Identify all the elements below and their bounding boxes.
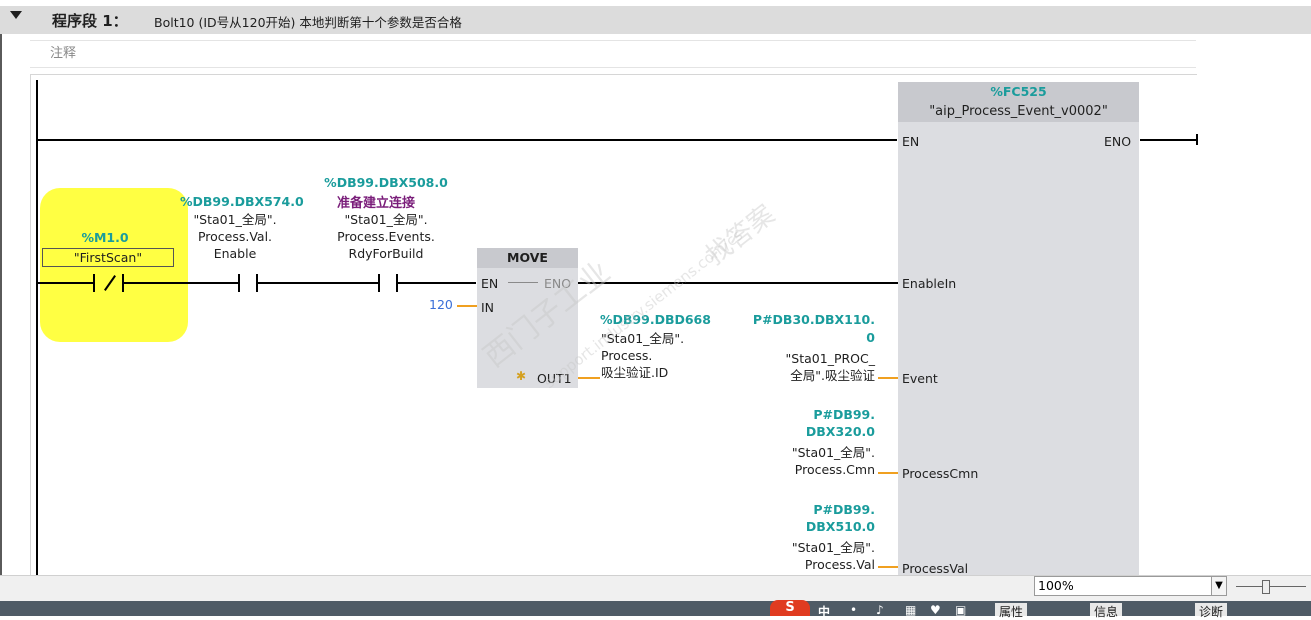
rdy-comment: 准备建立连接 xyxy=(337,196,416,211)
event-line2: 全局".吸尘验证 xyxy=(790,368,875,383)
properties-tab[interactable]: 属性 xyxy=(995,603,1028,619)
nc-contact-left[interactable] xyxy=(93,274,95,292)
en-wire xyxy=(37,139,897,141)
rung-wire-2 xyxy=(124,282,238,284)
event-address1[interactable]: P#DB30.DBX110. xyxy=(740,312,875,327)
no-contact-rdy-left[interactable] xyxy=(378,274,380,292)
cmn-wire xyxy=(878,472,898,474)
no-contact-enable-right[interactable] xyxy=(256,274,258,292)
move-out-line2: Process. xyxy=(601,348,653,363)
rdy-line1: "Sta01_全局". xyxy=(344,212,428,227)
move-in-value[interactable]: 120 xyxy=(429,297,453,312)
fc-enablein-pin[interactable]: EnableIn xyxy=(902,276,956,291)
no-contact-rdy-right[interactable] xyxy=(396,274,398,292)
zoom-select[interactable]: 100% xyxy=(1034,576,1214,596)
properties-label: 属性 xyxy=(999,605,1024,619)
network-description[interactable]: Bolt10 (ID号从120开始) 本地判断第十个参数是否合格 xyxy=(154,12,462,31)
rdy-line2: Process.Events. xyxy=(337,229,435,244)
move-out-wire xyxy=(578,377,600,379)
rung-wire-3 xyxy=(258,282,378,284)
move-in-pin[interactable]: IN xyxy=(481,300,494,315)
network-title: 程序段 1： xyxy=(52,12,128,30)
fc-processcmn-pin[interactable]: ProcessCmn xyxy=(902,466,978,481)
window-edge xyxy=(0,6,2,601)
network-comment[interactable]: 注释 xyxy=(50,42,76,61)
ime-punct-icon[interactable]: • xyxy=(850,603,857,617)
val-line2: Process.Val xyxy=(804,557,875,572)
move-in-wire xyxy=(457,305,477,307)
ime-mode[interactable]: 中 xyxy=(818,603,830,619)
mic-icon[interactable]: ♪ xyxy=(876,603,884,617)
skin-icon[interactable]: ♥ xyxy=(930,603,941,617)
firstscan-address[interactable]: %M1.0 xyxy=(70,230,140,245)
fc-address[interactable]: %FC525 xyxy=(898,84,1139,99)
fc-en-pin[interactable]: EN xyxy=(902,134,919,149)
val-wire xyxy=(878,566,898,568)
zoom-slider[interactable] xyxy=(1236,586,1306,587)
nc-contact-right[interactable] xyxy=(122,274,124,292)
fc-processval-pin[interactable]: ProcessVal xyxy=(902,561,968,576)
rdy-address[interactable]: %DB99.DBX508.0 xyxy=(316,175,456,190)
zoom-dropdown-icon[interactable]: ▼ xyxy=(1211,576,1227,596)
event-address2[interactable]: 0 xyxy=(740,330,875,345)
zoom-slider-handle[interactable] xyxy=(1262,580,1270,594)
firstscan-symbol[interactable]: "FirstScan" xyxy=(42,248,174,267)
val-line1: "Sta01_全局". xyxy=(791,540,875,555)
eno-wire xyxy=(1140,139,1198,141)
move-en-pin[interactable]: EN xyxy=(481,276,498,291)
move-en-eno-line xyxy=(508,282,538,283)
cmn-address1[interactable]: P#DB99. xyxy=(740,407,875,422)
toolbox-icon[interactable]: ▣ xyxy=(955,603,966,617)
right-end xyxy=(1196,134,1198,145)
cmn-line2: Process.Cmn xyxy=(794,462,875,477)
fc-name[interactable]: "aip_Process_Event_v0002" xyxy=(898,103,1139,120)
rdy-line3: RdyForBuild xyxy=(348,246,424,261)
no-contact-enable-left[interactable] xyxy=(238,274,240,292)
collapse-arrow-icon[interactable] xyxy=(10,11,22,19)
cmn-address2[interactable]: DBX320.0 xyxy=(740,424,875,439)
event-wire xyxy=(878,377,898,379)
fc-eno-pin[interactable]: ENO xyxy=(1104,134,1131,149)
fc-block[interactable] xyxy=(898,82,1139,577)
rung-wire-4 xyxy=(398,282,476,284)
fc-event-pin[interactable]: Event xyxy=(902,371,938,386)
move-out-line3: 吸尘验证.ID xyxy=(601,365,669,380)
rung-wire-1 xyxy=(37,282,93,284)
info-tab[interactable]: 信息 xyxy=(1090,603,1123,619)
event-line1: "Sta01_PROC_ xyxy=(785,351,875,366)
diagnostics-label: 诊断 xyxy=(1199,605,1224,619)
power-rail xyxy=(36,80,38,575)
enable-line3: Enable xyxy=(213,246,257,261)
keyboard-icon[interactable]: ▦ xyxy=(905,603,916,617)
comment-area[interactable] xyxy=(30,40,1196,68)
enable-address[interactable]: %DB99.DBX574.0 xyxy=(180,194,304,209)
sogou-ime-icon[interactable]: S xyxy=(770,600,810,616)
enable-line2: Process.Val. xyxy=(197,229,273,244)
cmn-line1: "Sta01_全局". xyxy=(791,445,875,460)
val-address2[interactable]: DBX510.0 xyxy=(740,519,875,534)
move-title: MOVE xyxy=(507,250,548,265)
diagnostics-tab[interactable]: 诊断 xyxy=(1195,603,1228,619)
info-label: 信息 xyxy=(1094,605,1119,619)
rung-wire-5 xyxy=(578,282,898,284)
spark-icon: ✱ xyxy=(516,369,527,383)
val-address1[interactable]: P#DB99. xyxy=(740,502,875,517)
enable-line1: "Sta01_全局". xyxy=(193,212,277,227)
